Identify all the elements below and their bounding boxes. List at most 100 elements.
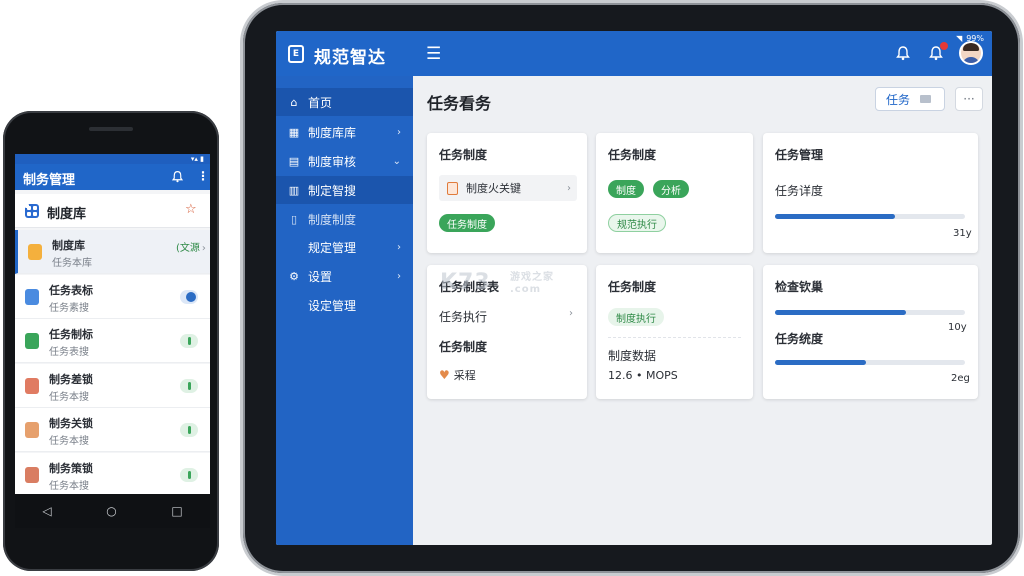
sidebar-item-settings[interactable]: ⚙ 设置 ›	[276, 262, 413, 290]
list-item-title: 任务表标	[49, 283, 93, 297]
chevron-right-icon: ›	[567, 182, 571, 194]
document-row[interactable]: 制度火关键 ›	[439, 175, 577, 201]
progress-bar	[775, 214, 965, 219]
sidebar-item-label: 制度制度	[308, 212, 357, 227]
status-toggle[interactable]	[180, 289, 198, 304]
card-label: 制度数据	[608, 349, 657, 363]
progress-fill	[775, 360, 867, 365]
sidebar-item-rules[interactable]: ▯ 制度制度	[276, 205, 413, 233]
sidebar-item-label: 首页	[308, 95, 333, 110]
progress-bar	[775, 310, 965, 315]
list-item[interactable]: 任务制标 任务表搜	[15, 319, 210, 363]
section-title: 制度库	[47, 207, 87, 222]
progress-fill	[775, 214, 895, 219]
progress-value: 10y	[948, 322, 967, 333]
status-pill: 规范执行	[608, 214, 666, 232]
hamburger-menu-icon[interactable]: ☰	[426, 44, 441, 64]
section-header: 制度库 ☆	[15, 194, 210, 228]
card-subtitle: 任务制度	[439, 340, 488, 354]
status-toggle[interactable]	[180, 467, 198, 482]
list-item-title: 制务策锁	[49, 461, 93, 475]
recent-apps-icon[interactable]: □	[171, 504, 182, 518]
file-icon: ▯	[290, 212, 298, 226]
list-item-title: 任务制标	[49, 328, 93, 341]
list-item-subtitle: 任务本搜	[49, 480, 89, 492]
sidebar-subitem-config[interactable]: 设定管理	[276, 291, 413, 319]
chevron-right-icon: ›	[397, 270, 401, 282]
sidebar-item-review[interactable]: ▤ 制度审核 ⌄	[276, 147, 413, 175]
card-title: 任务制度	[608, 280, 657, 294]
signal-battery-icons: ▾▴ ▮	[190, 155, 204, 163]
page-title: 任务看务	[427, 94, 492, 113]
list-item-title: 制度库	[52, 239, 85, 252]
task-card-1[interactable]: 任务制度 制度火关键 › 任务制度	[427, 133, 587, 253]
status-pill: 制度执行	[608, 308, 664, 326]
status-toggle[interactable]	[180, 423, 198, 437]
chevron-right-icon: ›	[201, 243, 206, 254]
star-icon[interactable]: ☆	[185, 202, 197, 217]
progress-value: 2eg	[951, 373, 970, 384]
document-icon	[25, 333, 39, 349]
tag-pill: 分析	[653, 180, 689, 198]
task-card-6[interactable]: 检查钦巢 10y 任务统度 2eg	[763, 265, 978, 399]
back-icon[interactable]: ◁	[42, 504, 51, 518]
watermark-domain: .com	[510, 284, 542, 295]
list-item[interactable]: 制务差锁 任务本搜	[15, 363, 210, 408]
sidebar-subitem-manage[interactable]: 规定管理 ›	[276, 233, 413, 261]
phone-status-bar: ▾▴ ▮	[15, 154, 210, 164]
status-pill: 任务制度	[439, 214, 495, 232]
progress-value: 31y	[953, 228, 972, 239]
more-vertical-icon[interactable]: ⋮	[197, 169, 209, 183]
document-icon	[25, 288, 39, 305]
divider	[608, 337, 741, 338]
task-card-5[interactable]: 任务制度 制度执行 制度数据 12.6 • MOPS	[596, 265, 753, 399]
task-card-2[interactable]: 任务制度 制度 分析 规范执行	[596, 133, 753, 253]
chevron-right-icon: ›	[569, 308, 573, 319]
list-item-subtitle: 任务表搜	[49, 347, 89, 358]
note-row: ♥ 采程	[439, 367, 476, 383]
sidebar-item-label: 制度库库	[308, 125, 357, 140]
task-card-3[interactable]: 任务管理 任务详度 31y	[763, 133, 978, 253]
main-content: 任务看务 任务 ··· 任务制度 制度火关键 › 任务制度 任务制度 制度 分析…	[413, 76, 992, 545]
source-tag[interactable]: (文源 ›	[176, 239, 206, 254]
document-icon	[28, 244, 42, 260]
sidebar-item-library[interactable]: ▦ 制度库库 ›	[276, 118, 413, 146]
phone-device: ▾▴ ▮ 制务管理 ⋮ 制度库 ☆ 制度库 任务本库 (文源 › 任务表标 任务素搜 任务制…	[3, 111, 219, 571]
sidebar-item-home[interactable]: ⌂ 首页	[276, 88, 413, 116]
chevron-right-icon: ›	[397, 126, 401, 138]
home-icon[interactable]: ○	[106, 504, 116, 518]
gear-icon: ⚙	[289, 269, 299, 283]
task-button-label: 任务	[886, 92, 911, 107]
grid-icon: ▦	[288, 125, 300, 139]
document-label: 制度火关键	[466, 182, 521, 195]
tablet-status-bar: ◥ 99%	[956, 31, 992, 45]
list-item[interactable]: 制务关锁 任务本搜	[15, 408, 210, 452]
more-button[interactable]: ···	[955, 87, 983, 111]
notification-bell-icon[interactable]	[895, 45, 911, 61]
status-toggle[interactable]	[180, 334, 198, 348]
chevron-right-icon: ›	[397, 241, 401, 253]
bell-icon[interactable]	[171, 170, 184, 183]
card-row-label[interactable]: 任务执行	[439, 308, 487, 325]
card-label: 任务详度	[775, 184, 824, 198]
status-toggle[interactable]	[180, 378, 198, 393]
sidebar-item-label: 制定智搜	[308, 183, 357, 198]
list-item[interactable]: 制度库 任务本库 (文源 ›	[15, 230, 210, 274]
folder-icon	[920, 95, 932, 103]
sidebar-item-label: 设定管理	[308, 298, 357, 313]
chart-icon: ▥	[288, 183, 300, 197]
list-item-title: 制务差锁	[49, 372, 93, 386]
document-icon: ▤	[288, 154, 300, 168]
document-icon	[447, 181, 458, 195]
card-title: 任务管理	[775, 148, 824, 162]
list-item-title: 制务关锁	[49, 417, 93, 430]
list-item[interactable]: 任务表标 任务素搜	[15, 274, 210, 319]
heart-icon: ♥	[439, 368, 450, 382]
home-icon: ⌂	[290, 95, 298, 109]
card-label: 任务统度	[775, 332, 824, 346]
list-item[interactable]: 制务策锁 任务本搜	[15, 452, 210, 494]
task-button[interactable]: 任务	[875, 87, 945, 111]
app-logo-icon: E	[288, 45, 304, 63]
sidebar-item-search[interactable]: ▥ 制定智搜	[276, 176, 413, 204]
app-title: 规范智达	[314, 48, 386, 68]
